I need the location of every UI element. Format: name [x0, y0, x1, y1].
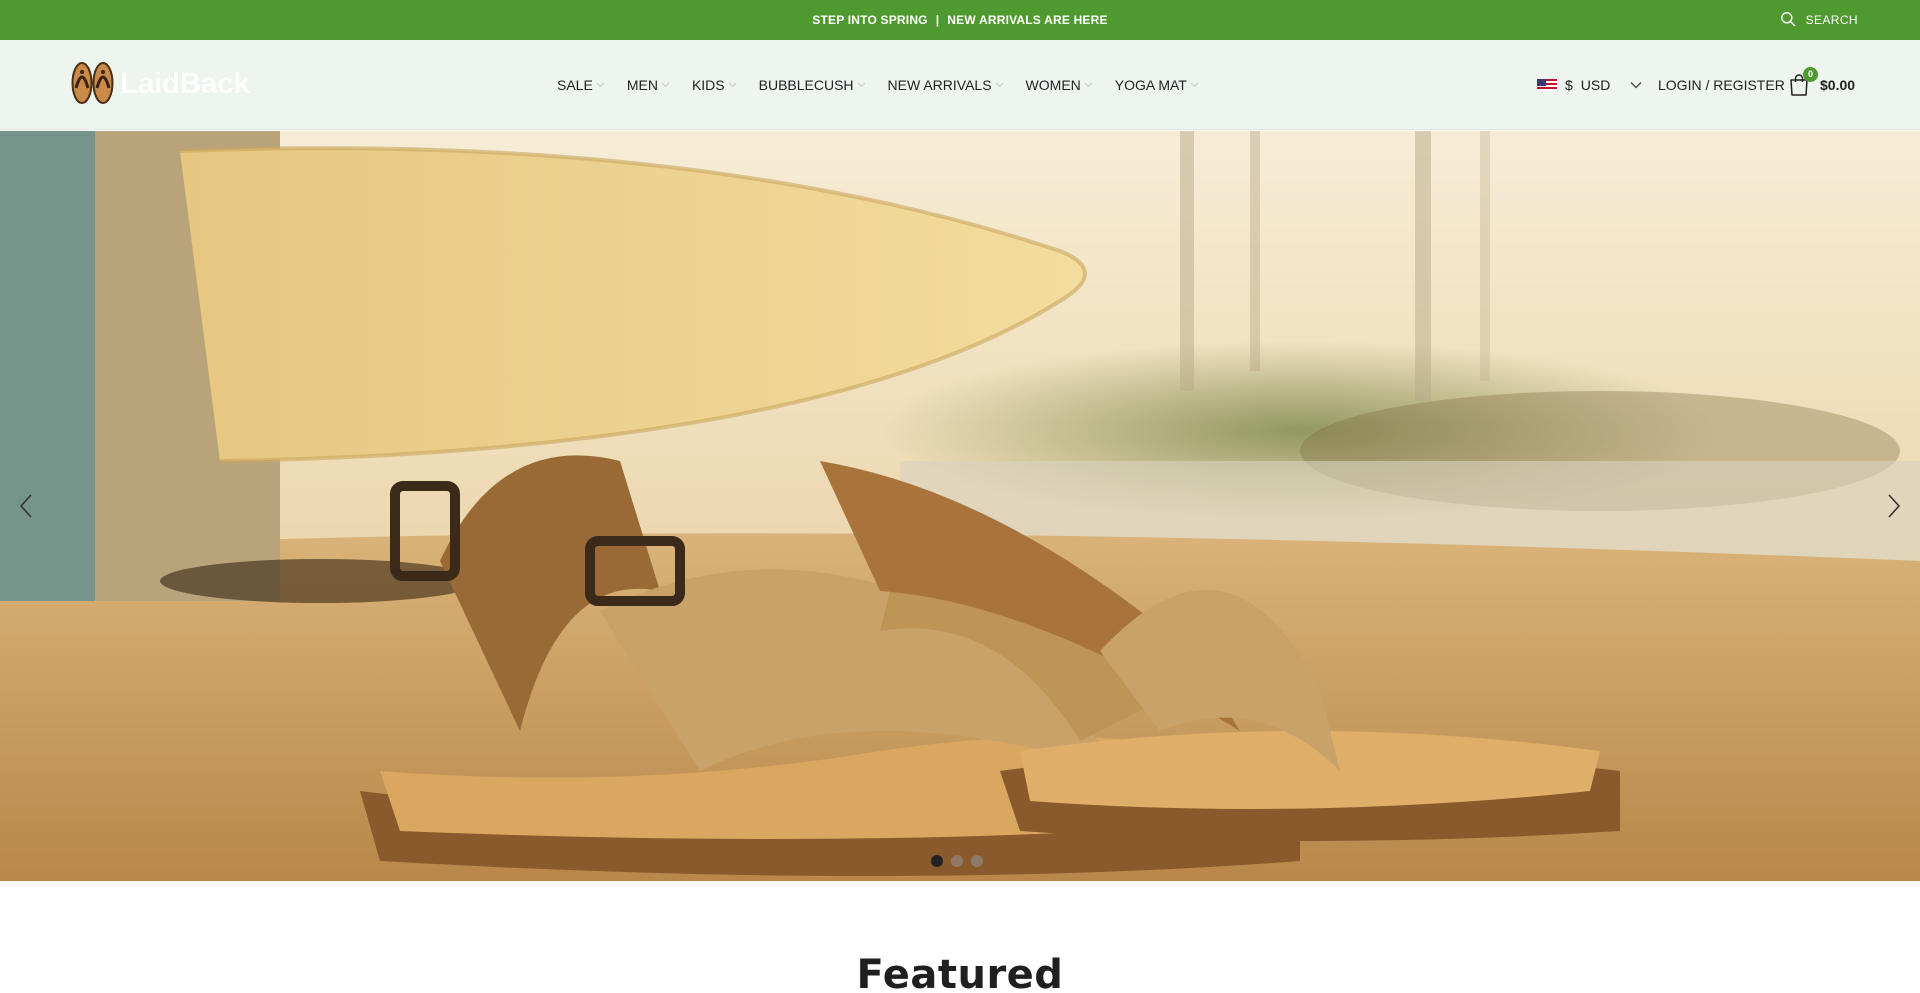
chevron-down-icon: [995, 82, 1003, 88]
nav-item-label: KIDS: [691, 77, 725, 93]
search-icon: [1780, 11, 1796, 30]
chevron-down-icon: [596, 82, 605, 88]
chevron-left-icon: [19, 494, 32, 518]
slider-dot-3[interactable]: [971, 855, 983, 867]
announcement-left: STEP INTO SPRING: [812, 13, 928, 27]
slider-prev-button[interactable]: [6, 481, 46, 531]
chevron-down-icon: [728, 82, 737, 88]
brand-logo[interactable]: LaidBack: [70, 58, 250, 111]
nav-item-men[interactable]: MEN: [627, 77, 670, 93]
slider-next-button[interactable]: [1874, 481, 1914, 531]
hero-slider: [0, 131, 1920, 881]
slider-dot-2[interactable]: [951, 855, 963, 867]
nav-item-bubblecush[interactable]: BUBBLECUSH: [759, 77, 866, 93]
chevron-down-icon: [1084, 82, 1093, 88]
chevron-down-icon: [1630, 82, 1642, 89]
announcement-right: NEW ARRIVALS ARE HERE: [947, 13, 1108, 27]
nav-item-label: SALE: [557, 77, 593, 93]
chevron-down-icon: [857, 82, 865, 88]
search-button[interactable]: SEARCH: [1780, 0, 1858, 40]
cart-button[interactable]: 0 $0.00: [1788, 40, 1855, 130]
nav-item-new-arrivals[interactable]: NEW ARRIVALS: [888, 77, 1004, 93]
site-header: LaidBack SALE MEN KIDS BUBBLECUSH NEW AR…: [0, 40, 1920, 130]
nav-item-women[interactable]: WOMEN: [1026, 77, 1093, 93]
cart-count-badge: 0: [1803, 67, 1818, 82]
announcement-bar: STEP INTO SPRING | NEW ARRIVALS ARE HERE S…: [0, 0, 1920, 40]
slider-dot-1[interactable]: [931, 855, 943, 867]
nav-item-sale[interactable]: SALE: [557, 77, 605, 93]
cart-total: $0.00: [1820, 77, 1856, 93]
nav-item-yoga-mat[interactable]: YOGA MAT: [1115, 77, 1199, 93]
hero-image: [0, 131, 1920, 881]
featured-heading: Featured: [856, 952, 1064, 993]
login-register-link[interactable]: LOGIN / REGISTER: [1658, 40, 1785, 130]
search-label: SEARCH: [1805, 13, 1858, 27]
nav-item-kids[interactable]: KIDS: [692, 77, 737, 93]
currency-symbol: $: [1565, 77, 1573, 93]
chevron-down-icon: [661, 82, 670, 88]
nav-item-label: NEW ARRIVALS: [887, 77, 992, 93]
logo-text: LaidBack: [120, 67, 250, 100]
flip-flops-icon: [70, 58, 116, 111]
main-nav: SALE MEN KIDS BUBBLECUSH NEW ARRIVALS WO…: [557, 40, 1221, 130]
nav-item-label: BUBBLECUSH: [758, 77, 854, 93]
currency-selector[interactable]: $ USD: [1537, 40, 1642, 130]
nav-item-label: WOMEN: [1025, 77, 1081, 93]
shopping-bag-icon: 0: [1788, 67, 1818, 97]
announcement-text: STEP INTO SPRING | NEW ARRIVALS ARE HERE: [0, 0, 1920, 40]
us-flag-icon: [1537, 79, 1557, 91]
slider-pagination: [931, 855, 983, 867]
currency-code: USD: [1580, 77, 1611, 93]
nav-item-label: YOGA MAT: [1114, 77, 1187, 93]
announcement-separator: |: [935, 13, 940, 27]
nav-item-label: MEN: [626, 77, 658, 93]
chevron-down-icon: [1190, 82, 1199, 88]
chevron-right-icon: [1888, 494, 1901, 518]
